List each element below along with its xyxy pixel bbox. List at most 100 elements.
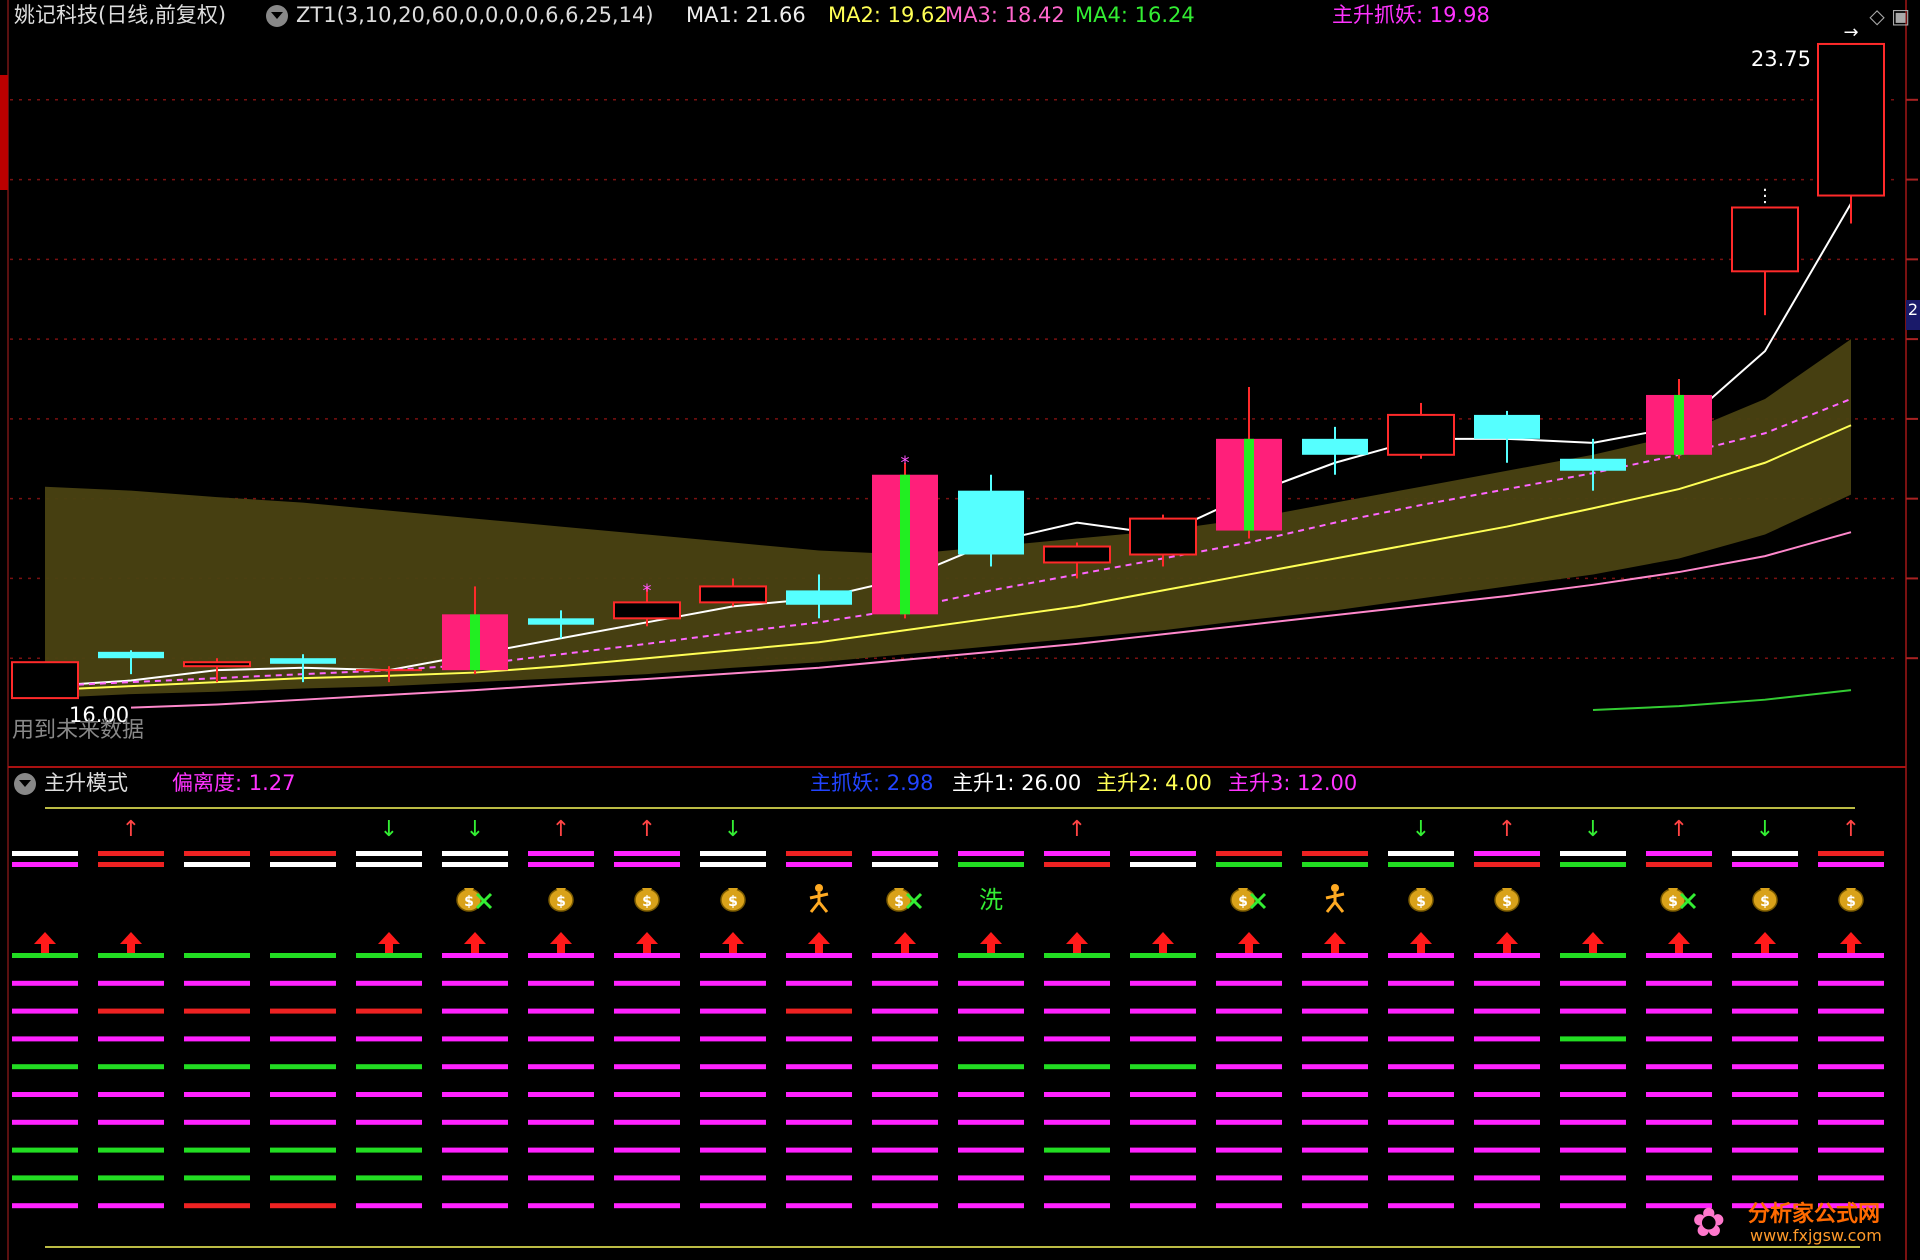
signal-arrow-up: ↑ (1842, 817, 1860, 842)
money-bag-icon: $ (642, 894, 652, 910)
signal-bar (1044, 1008, 1110, 1014)
signal-bar (1216, 1119, 1282, 1125)
signal-bar (614, 1147, 680, 1153)
signal-bar (700, 1203, 766, 1209)
signal-bar (184, 1147, 250, 1153)
signal-bar (184, 980, 250, 986)
signal-bar (442, 1064, 508, 1070)
signal-bar (700, 1092, 766, 1097)
signal-bar (1818, 862, 1884, 867)
signal-bar (98, 953, 164, 958)
signal-bar (528, 862, 594, 867)
side-tag[interactable]: 2 (1906, 300, 1920, 330)
ma2-label: MA2: 19.62 (828, 3, 948, 27)
buy-arrow-icon (894, 932, 916, 954)
signal-bar (98, 1175, 164, 1181)
signal-bar (1044, 1064, 1110, 1070)
signal-bar (872, 1036, 938, 1042)
signal-bar (614, 1092, 680, 1097)
money-bag-icon: $ (1846, 894, 1856, 910)
signal-bar (98, 1119, 164, 1125)
signal-bar (872, 1008, 938, 1014)
signal-bar (356, 1119, 422, 1125)
candle-body (613, 601, 681, 620)
deviation-label: 偏离度: 1.27 (172, 771, 296, 795)
buy-arrow-icon (120, 932, 142, 954)
signal-bar (614, 1036, 680, 1042)
signal-bar (1732, 1008, 1798, 1014)
buy-arrow-icon (34, 932, 56, 954)
signal-bar (1818, 1092, 1884, 1097)
signal-bar (1732, 1064, 1798, 1070)
signal-bar (700, 1147, 766, 1153)
buy-arrow-icon (1410, 932, 1432, 954)
buy-arrow-icon (464, 932, 486, 954)
buy-arrow-icon (980, 932, 1002, 954)
signal-bar (1474, 851, 1540, 856)
signal-bar (528, 1175, 594, 1181)
signal-bar (614, 851, 680, 856)
signal-bar (1302, 1064, 1368, 1070)
panel-dropdown-icon[interactable] (14, 773, 36, 795)
signal-bar (356, 1036, 422, 1042)
signal-bar (270, 1064, 336, 1070)
signal-bar (786, 1008, 852, 1014)
signal-arrow-down: ↓ (1412, 817, 1430, 842)
signal-bar (1302, 980, 1368, 986)
signal-bar (700, 953, 766, 958)
money-bag-icon: $ (1760, 894, 1770, 910)
signal-bar (270, 1203, 336, 1209)
signal-bar (1130, 953, 1196, 958)
signal-bar (1646, 980, 1712, 986)
signal-bar (872, 1203, 938, 1209)
signal-bar (1388, 1203, 1454, 1209)
signal-bar (614, 1008, 680, 1014)
main-signal-label: 主升抓妖: 19.98 (1332, 3, 1490, 27)
signal-bar (958, 1147, 1024, 1153)
signal-bar (1474, 862, 1540, 867)
signal-bar (442, 1119, 508, 1125)
signal-bar (700, 1064, 766, 1070)
signal-bar (1130, 1008, 1196, 1014)
signal-bar (872, 862, 938, 867)
signal-bar (1216, 1036, 1282, 1042)
signal-bar (786, 851, 852, 856)
signal-bar (1216, 953, 1282, 958)
signal-bar (184, 1008, 250, 1014)
signal-bar (98, 1008, 164, 1014)
signal-bar (1732, 1175, 1798, 1181)
signal-bar (1474, 1147, 1540, 1153)
signal-bar (1130, 1175, 1196, 1181)
dropdown-icon[interactable] (266, 5, 288, 27)
flower-logo-icon: ✿ (1692, 1200, 1726, 1246)
signal-bar (98, 851, 164, 856)
signal-bar (786, 862, 852, 867)
window-control-icons[interactable]: ◇ ▣ (1869, 4, 1910, 28)
signal-bar (1646, 1008, 1712, 1014)
money-bag-icon: $ (1668, 894, 1678, 910)
signal-bar (528, 1119, 594, 1125)
site-watermark: ✿ 分析家公式网 www.fxjgsw.com (1692, 1196, 1902, 1252)
signal-bar (1732, 862, 1798, 867)
stock-chart[interactable]: **⋮→23.7516.00↑ ↓ ↓ ↑ ↑ ↓ ↑ ↓ ↑ ↓ ↑ ↓ ↑$ $ $ $ $ 洗 $ $ $ $ $ $ (0, 0, 1920, 1260)
signal-bar (98, 1036, 164, 1042)
signal-bar (12, 980, 78, 986)
signal-arrow-down: ↓ (380, 817, 398, 842)
candle-mark: ⋮ (1756, 185, 1774, 206)
signal-bar (1044, 851, 1110, 856)
buy-arrow-icon (808, 932, 830, 954)
signal-bar (1474, 1092, 1540, 1097)
runner-icon (815, 884, 823, 892)
buy-arrow-icon (722, 932, 744, 954)
signal-bar (270, 953, 336, 958)
signal-bar (356, 1203, 422, 1209)
signal-bar (1474, 1203, 1540, 1209)
signal-bar (1474, 953, 1540, 958)
signal-bar (1646, 1119, 1712, 1125)
candle-body (528, 618, 594, 625)
runner-icon (809, 892, 829, 913)
signal-bar (958, 851, 1024, 856)
signal-bar (786, 1036, 852, 1042)
signal-bar (1216, 1203, 1282, 1209)
signal-bar (700, 1008, 766, 1014)
